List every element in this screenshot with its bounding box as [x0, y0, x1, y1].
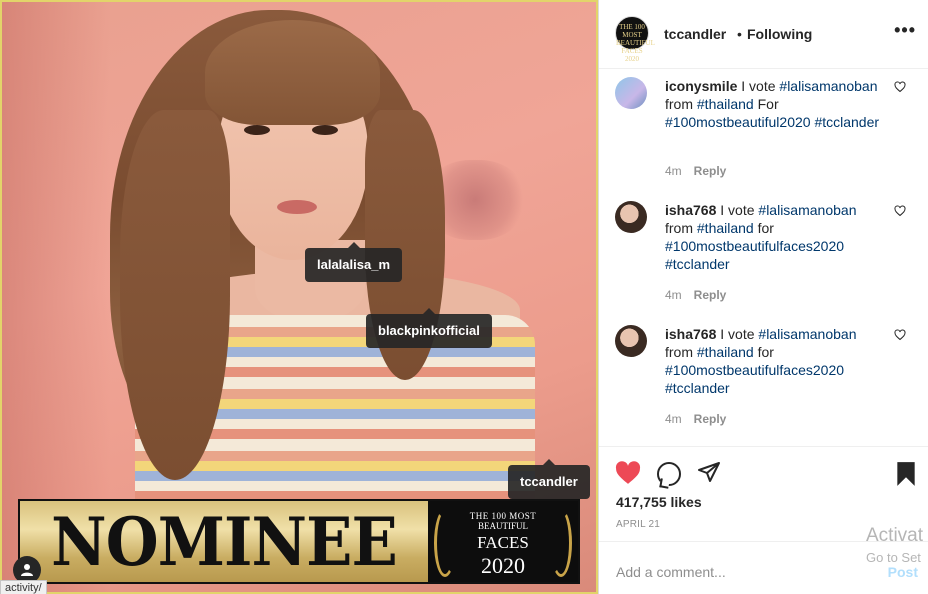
badge-line: BEAUTIFUL — [478, 521, 528, 531]
avatar-text: THE 100 MOST BEAUTIFUL FACES 2020 — [616, 23, 655, 63]
hashtag-link[interactable]: #100mostbeautifulfaces2020 — [665, 238, 844, 254]
nominee-word: NOMINEE — [51, 502, 398, 581]
author-avatar[interactable]: THE 100 MOST BEAUTIFUL FACES 2020 — [615, 16, 655, 63]
more-dots-icon[interactable]: ••• — [894, 20, 916, 41]
windows-activation-subtitle: Go to Set — [866, 550, 921, 565]
hashtag-link[interactable]: #100mostbeautifulfaces2020 — [665, 362, 844, 378]
post-photo[interactable]: lalalalisa_m blackpinkofficial tccandler… — [0, 0, 599, 594]
paper-plane-icon[interactable] — [696, 460, 722, 484]
user-icon — [21, 564, 33, 576]
post-button[interactable]: Post — [888, 564, 918, 580]
badge-line: THE 100 MOST — [469, 511, 537, 521]
header-separator: • — [737, 26, 742, 42]
heart-filled-icon[interactable] — [615, 461, 641, 485]
eye-right — [312, 125, 338, 135]
comment-meta: 4m Reply — [665, 288, 726, 302]
comment-meta: 4m Reply — [665, 412, 726, 426]
author-username[interactable]: tccandler — [664, 26, 726, 42]
commenter-avatar[interactable] — [615, 201, 647, 233]
comment-meta: 4m Reply — [665, 164, 726, 178]
add-comment-bar: Add a comment... Post — [599, 541, 928, 594]
eye-left — [244, 125, 270, 135]
hashtag-link[interactable]: #thailand — [697, 344, 754, 360]
commenter-username[interactable]: iconysmile — [665, 78, 737, 94]
comment-time: 4m — [665, 288, 682, 302]
comment-fragment: from — [665, 96, 697, 112]
comment-bubble-icon[interactable] — [657, 462, 681, 486]
hashtag-link[interactable]: #thailand — [697, 220, 754, 236]
comment-time: 4m — [665, 164, 682, 178]
comment-text: isha768 I vote #lalisamanoban from #thai… — [665, 201, 887, 273]
reply-button[interactable]: Reply — [694, 164, 727, 178]
hashtag-link[interactable]: #lalisamanoban — [758, 202, 856, 218]
photo-tag[interactable]: tccandler — [508, 459, 590, 499]
photo-tag[interactable]: lalalalisa_m — [305, 242, 402, 282]
post-sidebar: THE 100 MOST BEAUTIFUL FACES 2020 tccand… — [599, 0, 928, 594]
award-badge: THE 100 MOST BEAUTIFUL FACES 2020 — [428, 501, 578, 582]
comment-fragment: from — [665, 344, 697, 360]
post-header: THE 100 MOST BEAUTIFUL FACES 2020 tccand… — [599, 0, 928, 69]
hashtag-link[interactable]: #tcclander — [665, 380, 730, 396]
like-comment-icon[interactable] — [894, 81, 906, 93]
hashtag-link[interactable]: #tcclander — [665, 256, 730, 272]
hashtag-link[interactable]: #thailand — [697, 96, 754, 112]
hashtag-link[interactable]: #100mostbeautiful2020 — [665, 114, 811, 130]
photo-tag[interactable]: blackpinkofficial — [366, 308, 492, 348]
bookmark-filled-icon[interactable] — [894, 461, 918, 487]
lips — [277, 200, 317, 214]
badge-line: FACES — [477, 533, 529, 552]
comment-text: isha768 I vote #lalisamanoban from #thai… — [665, 325, 887, 397]
follow-button[interactable]: Following — [747, 26, 812, 42]
comment-fragment: I vote — [716, 326, 759, 342]
nominee-banner: NOMINEE THE 100 MOST BEAUTIFUL FACES 202… — [18, 499, 580, 584]
comment-fragment: I vote — [737, 78, 780, 94]
comment-time: 4m — [665, 412, 682, 426]
hashtag-link[interactable]: #lalisamanoban — [758, 326, 856, 342]
post-actions: 417,755 likes APRIL 21 Add a comment... … — [599, 446, 928, 594]
bangs — [205, 20, 380, 125]
commenter-username[interactable]: isha768 — [665, 202, 716, 218]
comment-input[interactable]: Add a comment... — [616, 564, 726, 580]
comment-fragment: I vote — [716, 202, 759, 218]
comment-text: iconysmile I vote #lalisamanoban from #t… — [665, 77, 887, 131]
comment-fragment: for — [753, 220, 774, 236]
commenter-avatar[interactable] — [615, 77, 647, 109]
commenter-username[interactable]: isha768 — [665, 326, 716, 342]
windows-activation-title: Activat — [866, 525, 924, 546]
reply-button[interactable]: Reply — [694, 288, 727, 302]
status-bar-url: activity/ — [0, 580, 47, 594]
comment-fragment: from — [665, 220, 697, 236]
badge-line: 2020 — [481, 553, 525, 578]
comment-fragment: for — [753, 344, 774, 360]
likes-count[interactable]: 417,755 likes — [616, 494, 702, 510]
comment-fragment: For — [753, 96, 779, 112]
reply-button[interactable]: Reply — [694, 412, 727, 426]
post-date[interactable]: APRIL 21 — [616, 519, 660, 530]
hair-left — [120, 110, 230, 480]
like-comment-icon[interactable] — [894, 205, 906, 217]
like-comment-icon[interactable] — [894, 329, 906, 341]
hashtag-link[interactable]: #tcclander — [814, 114, 879, 130]
hashtag-link[interactable]: #lalisamanoban — [779, 78, 877, 94]
commenter-avatar[interactable] — [615, 325, 647, 357]
